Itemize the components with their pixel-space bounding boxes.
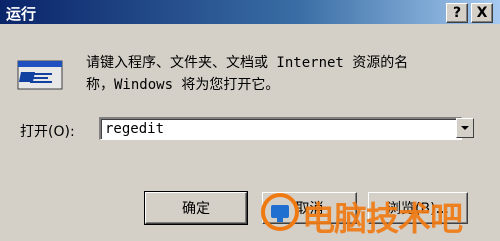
description-line-2: 称，Windows 将为您打开它。 bbox=[86, 77, 280, 93]
help-button[interactable]: ? bbox=[446, 3, 468, 23]
description-line-1: 请键入程序、文件夹、文档或 Internet 资源的名 bbox=[86, 55, 409, 71]
description-text: 请键入程序、文件夹、文档或 Internet 资源的名 称，Windows 将为… bbox=[86, 52, 486, 96]
window-title: 运行 bbox=[6, 5, 37, 23]
browse-button[interactable]: 浏览(B)... bbox=[368, 192, 468, 224]
close-button[interactable]: X bbox=[471, 3, 493, 23]
title-bar[interactable]: 运行 ? X bbox=[0, 0, 500, 24]
run-program-icon bbox=[17, 60, 63, 90]
open-label: 打开(O): bbox=[20, 124, 75, 140]
ok-button[interactable]: 确定 bbox=[144, 191, 248, 225]
cancel-button[interactable]: 取消 bbox=[262, 192, 357, 224]
open-dropdown-button[interactable] bbox=[456, 118, 474, 138]
open-input[interactable]: regedit bbox=[99, 117, 462, 140]
chevron-down-icon bbox=[461, 126, 469, 130]
